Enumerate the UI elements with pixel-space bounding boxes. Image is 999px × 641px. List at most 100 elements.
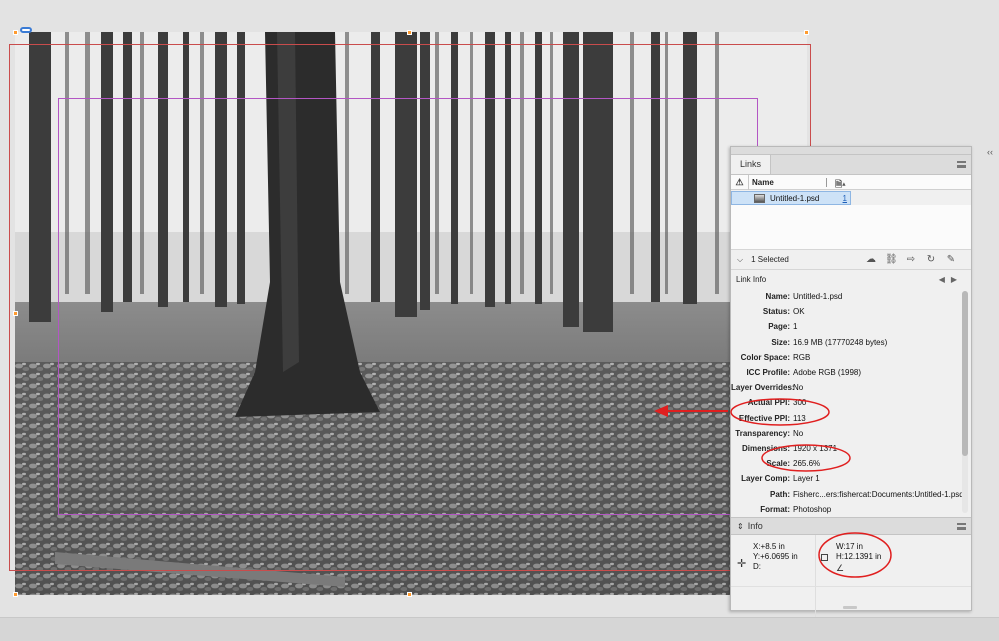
link-info-value: No — [793, 383, 804, 393]
link-info-label: Actual PPI: — [747, 398, 790, 408]
link-thumbnail — [754, 193, 765, 203]
frame-handle[interactable] — [13, 311, 18, 316]
link-info-title: Link Info — [736, 275, 767, 284]
link-info-label: Dimensions: — [741, 443, 790, 453]
info-panel-footer — [731, 586, 971, 610]
size-readout: W:17 in H:12.1391 in — [836, 542, 881, 562]
link-name: Untitled-1.psd — [770, 193, 820, 203]
links-panel-menu-icon[interactable] — [957, 161, 966, 168]
resize-grip-icon[interactable] — [843, 606, 857, 609]
link-info-row: Layer Comp: Layer 1 — [731, 471, 971, 486]
link-info-row: Actual PPI: 300 — [731, 395, 971, 410]
link-info-value: 300 — [793, 398, 807, 408]
link-info-value: 265.6% — [793, 459, 821, 469]
link-info-row: Size: 16.9 MB (17770248 bytes) — [731, 335, 971, 350]
link-info-row: Path: Fisherc...ers:fishercat:Documents:U… — [731, 486, 971, 501]
link-info-label: Effective PPI: — [738, 413, 790, 423]
link-info-row: Page: 1 — [731, 319, 971, 334]
placed-forest-image[interactable] — [15, 32, 807, 595]
links-toolbar: ☁ ⛓ ⇨ ↻ ✎ — [865, 255, 957, 265]
link-info-value: 1920 x 1371 — [793, 443, 838, 453]
link-info-scrollbar[interactable] — [962, 291, 968, 513]
selected-count: 1 Selected — [751, 255, 789, 264]
link-info-value: RGB — [793, 352, 811, 362]
link-info-row: Dimensions: 1920 x 1371 — [731, 441, 971, 456]
edit-original-icon[interactable]: ✎ — [945, 255, 957, 265]
link-info-label: Status: — [762, 307, 790, 317]
link-info-label: Size: — [771, 337, 790, 347]
link-info-value: No — [793, 428, 804, 438]
frame-handle[interactable] — [804, 30, 809, 35]
link-info-label: ICC Profile: — [746, 368, 790, 378]
frame-handle[interactable] — [407, 592, 412, 597]
link-info-label: Layer Overrides: — [731, 383, 795, 393]
link-info-list: Name: Untitled-1.psd Status: OK Page: 1 Size: 1… — [731, 289, 971, 517]
page-icon[interactable]: 🗎▴ — [835, 177, 846, 193]
link-info-label: Path: — [770, 489, 790, 499]
y-readout: Y:+6.0695 in — [753, 552, 798, 561]
dock-grip[interactable] — [731, 147, 971, 155]
update-link-icon[interactable]: ↻ — [925, 255, 937, 265]
links-table-header: ⚠ Name 🗎▴ — [731, 174, 971, 193]
frame-handle[interactable] — [13, 592, 18, 597]
link-info-label: Layer Comp: — [741, 474, 790, 484]
link-info-value: Layer 1 — [793, 474, 820, 484]
link-info-row: Scale: 265.6% — [731, 456, 971, 471]
info-collapse-icon[interactable]: ⇕ — [737, 522, 744, 531]
relink-from-cc-icon[interactable]: ☁ — [865, 255, 877, 265]
info-panel-header: ⇕ Info — [731, 517, 971, 535]
angle-icon: ∠ — [836, 563, 845, 573]
selection-bar: ⌵ 1 Selected ☁ ⛓ ⇨ ↻ ✎ — [731, 249, 971, 269]
link-info-row: Format: Photoshop — [731, 502, 971, 517]
h-readout: H:12.1391 in — [836, 552, 882, 561]
link-info-value: 1 — [793, 322, 798, 332]
warning-triangle-icon[interactable]: ⚠ — [731, 174, 749, 190]
link-chain-icon[interactable]: ⛓ — [885, 255, 898, 265]
w-readout: W:17 in — [836, 542, 863, 551]
link-page-number[interactable]: 1 — [843, 194, 847, 203]
link-info-row: Layer Overrides: No — [731, 380, 971, 395]
link-info-row: Color Space: RGB — [731, 350, 971, 365]
forest-photo — [15, 32, 807, 595]
column-header-name[interactable]: Name — [749, 177, 827, 187]
link-info-value: OK — [793, 307, 805, 317]
tab-info[interactable]: Info — [748, 521, 763, 531]
pasteboard-bottom — [0, 617, 999, 641]
link-info-nav-icon[interactable]: ◀▶ — [939, 275, 963, 284]
link-info-label: Format: — [760, 504, 790, 514]
link-info-value: 113 — [793, 413, 806, 423]
link-info-header: Link Info ◀▶ — [731, 269, 971, 289]
link-info-value: Untitled-1.psd — [793, 292, 843, 302]
link-info-row: Transparency: No — [731, 426, 971, 441]
link-info-row: ICC Profile: Adobe RGB (1998) — [731, 365, 971, 380]
panel-dock: Links ⚠ Name 🗎▴ Untitled-1.psd 1 ⌵ 1 Sel… — [730, 146, 972, 617]
link-info-row: Status: OK — [731, 304, 971, 319]
tab-links[interactable]: Links — [731, 155, 772, 174]
crosshair-icon: ✛ — [737, 558, 747, 570]
link-info-value: Adobe RGB (1998) — [793, 368, 862, 378]
link-info-label: Scale: — [766, 459, 790, 469]
frame-handle[interactable] — [407, 30, 412, 35]
go-to-link-icon[interactable]: ⇨ — [905, 255, 917, 265]
link-info-label: Transparency: — [735, 428, 790, 438]
chevron-down-icon[interactable]: ⌵ — [737, 255, 743, 265]
bounding-box-icon — [821, 554, 828, 561]
links-list-empty — [731, 205, 971, 249]
content-grabber-icon[interactable] — [20, 27, 32, 33]
link-info-row: Effective PPI: 113 — [731, 411, 971, 426]
link-info-label: Name: — [765, 292, 790, 302]
links-tabbar: Links — [731, 155, 971, 175]
frame-handle[interactable] — [13, 30, 18, 35]
x-readout: X:+8.5 in — [753, 542, 785, 551]
info-panel-body: ✛ X:+8.5 in Y:+6.0695 in D: W:17 in H:12… — [731, 535, 971, 617]
collapse-dock-icon[interactable]: ‹‹ — [987, 147, 993, 157]
position-readout: X:+8.5 in Y:+6.0695 in D: — [753, 542, 798, 572]
table-row[interactable]: Untitled-1.psd 1 — [731, 191, 851, 205]
link-info-label: Color Space: — [740, 352, 790, 362]
link-info-value: Photoshop — [793, 504, 832, 514]
link-info-value: 16.9 MB (17770248 bytes) — [793, 337, 888, 347]
info-panel-menu-icon[interactable] — [957, 523, 966, 530]
link-info-label: Page: — [768, 322, 790, 332]
scrollbar-thumb[interactable] — [962, 291, 968, 456]
d-readout: D: — [753, 562, 761, 571]
